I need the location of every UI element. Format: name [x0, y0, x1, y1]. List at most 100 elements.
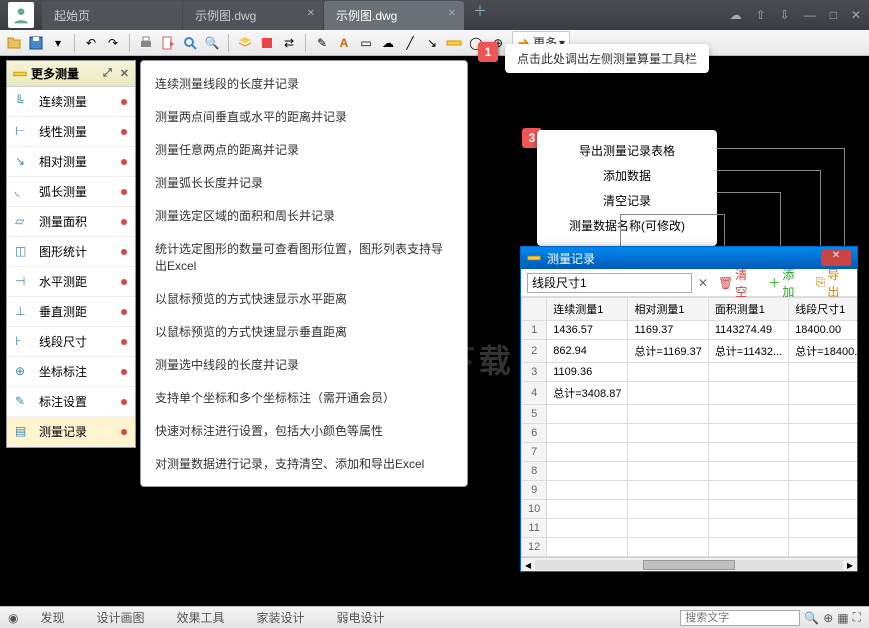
close-icon[interactable]: ✕ [307, 8, 315, 19]
cell[interactable] [789, 557, 857, 558]
cell[interactable]: 总计=11432... [708, 340, 788, 363]
leader-icon[interactable]: ↘ [424, 35, 440, 51]
measure-item-6[interactable]: ⊣水平测距 [7, 267, 135, 297]
color-icon[interactable] [259, 35, 275, 51]
target-icon[interactable]: ⊕ [823, 611, 833, 625]
user-avatar[interactable] [8, 2, 34, 28]
compass-icon[interactable]: ◉ [8, 611, 18, 625]
print-icon[interactable] [138, 35, 154, 51]
cell[interactable] [708, 519, 788, 538]
pencil-icon[interactable]: ✎ [314, 35, 330, 51]
sb-tab-design[interactable]: 设计画图 [87, 609, 155, 626]
scroll-right-icon[interactable]: ▸ [847, 558, 853, 572]
close-icon[interactable]: ✕ [851, 8, 861, 22]
cell[interactable] [708, 382, 788, 405]
cell[interactable] [789, 424, 857, 443]
col-header[interactable]: 相对测量1 [628, 298, 708, 321]
cell[interactable]: 862.94 [547, 340, 628, 363]
cell[interactable] [628, 443, 708, 462]
rect-icon[interactable]: ▭ [358, 35, 374, 51]
ruler-icon[interactable] [446, 35, 462, 51]
search-icon[interactable]: 🔍 [804, 611, 819, 625]
clear-button[interactable]: 🗑清空 [714, 264, 758, 302]
measure-item-8[interactable]: ⊦线段尺寸 [7, 327, 135, 357]
cell[interactable]: 1109.36 [547, 363, 628, 382]
cell[interactable] [789, 462, 857, 481]
cell[interactable] [708, 424, 788, 443]
measure-item-5[interactable]: ◫图形统计 [7, 237, 135, 267]
cell[interactable] [547, 405, 628, 424]
clear-input-icon[interactable]: ✕ [698, 276, 708, 290]
redo-icon[interactable]: ↷ [105, 35, 121, 51]
measure-item-3[interactable]: ◟弧长测量 [7, 177, 135, 207]
cell[interactable] [789, 382, 857, 405]
zoom-icon[interactable]: 🔍 [204, 35, 220, 51]
cell[interactable] [708, 500, 788, 519]
open-icon[interactable] [6, 35, 22, 51]
measure-item-9[interactable]: ⊕坐标标注 [7, 357, 135, 387]
cell[interactable]: 1143274.49 [708, 321, 788, 340]
cell[interactable] [547, 519, 628, 538]
chevron-down-icon[interactable]: ▾ [50, 35, 66, 51]
measure-item-2[interactable]: ↘相对测量 [7, 147, 135, 177]
layers-icon[interactable] [237, 35, 253, 51]
undo-icon[interactable]: ↶ [83, 35, 99, 51]
cell[interactable] [628, 538, 708, 557]
tab-dwg-2[interactable]: 示例图.dwg✕ [324, 1, 464, 30]
cell[interactable] [547, 481, 628, 500]
cell[interactable]: 18400.00 [789, 321, 857, 340]
measure-item-4[interactable]: ▱测量面积 [7, 207, 135, 237]
measure-item-11[interactable]: ▤测量记录 [7, 417, 135, 447]
horizontal-scrollbar[interactable]: ◂ ▸ [521, 557, 857, 571]
cell[interactable] [628, 481, 708, 500]
scroll-left-icon[interactable]: ◂ [525, 558, 531, 572]
cell[interactable] [628, 424, 708, 443]
cloud-icon[interactable]: ☁ [730, 8, 742, 22]
record-table[interactable]: 连续测量1相对测量1面积测量1线段尺寸111436.571169.3711432… [521, 297, 857, 557]
cell[interactable] [547, 443, 628, 462]
save-icon[interactable] [28, 35, 44, 51]
grid-icon[interactable]: ▦ [837, 611, 848, 625]
measure-item-0[interactable]: ╚连续测量 [7, 87, 135, 117]
cell[interactable] [789, 443, 857, 462]
cell[interactable] [547, 424, 628, 443]
cell[interactable] [708, 462, 788, 481]
cell[interactable] [708, 363, 788, 382]
add-button[interactable]: ＋添加 [764, 264, 805, 302]
col-header[interactable]: 面积测量1 [708, 298, 788, 321]
cell[interactable] [628, 405, 708, 424]
sb-tab-home[interactable]: 家装设计 [247, 609, 315, 626]
col-header[interactable]: 连续测量1 [547, 298, 628, 321]
cell[interactable] [708, 538, 788, 557]
cell[interactable] [547, 538, 628, 557]
minimize-icon[interactable]: — [804, 8, 816, 22]
col-header[interactable]: 线段尺寸1 [789, 298, 857, 321]
record-name-input[interactable] [527, 273, 692, 293]
cell[interactable] [708, 443, 788, 462]
cell[interactable] [547, 500, 628, 519]
cell[interactable]: 总计=3408.87 [547, 382, 628, 405]
sb-tab-effect[interactable]: 效果工具 [167, 609, 235, 626]
fullscreen-icon[interactable]: ⛶ [853, 610, 861, 625]
cell[interactable] [547, 462, 628, 481]
line-icon[interactable]: ╱ [402, 35, 418, 51]
cell[interactable]: 总计=18400... [789, 340, 857, 363]
cell[interactable] [789, 363, 857, 382]
download-icon[interactable]: ⇩ [780, 8, 790, 22]
cell[interactable] [789, 405, 857, 424]
pin-icon[interactable]: ⤢ [103, 67, 112, 80]
cell[interactable] [708, 405, 788, 424]
new-tab-button[interactable]: ＋ [465, 1, 495, 30]
cell[interactable]: 1169.37 [628, 321, 708, 340]
cell[interactable] [708, 481, 788, 500]
cell[interactable] [708, 557, 788, 558]
measure-item-7[interactable]: ⊥垂直测距 [7, 297, 135, 327]
cloud-mark-icon[interactable]: ☁ [380, 35, 396, 51]
text-icon[interactable]: A [336, 35, 352, 51]
sb-tab-discover[interactable]: 发现 [30, 609, 74, 626]
export-button[interactable]: ⎘导出 [812, 264, 851, 302]
measure-item-10[interactable]: ✎标注设置 [7, 387, 135, 417]
cell[interactable] [628, 500, 708, 519]
cell[interactable] [628, 382, 708, 405]
sb-tab-elec[interactable]: 弱电设计 [327, 609, 395, 626]
